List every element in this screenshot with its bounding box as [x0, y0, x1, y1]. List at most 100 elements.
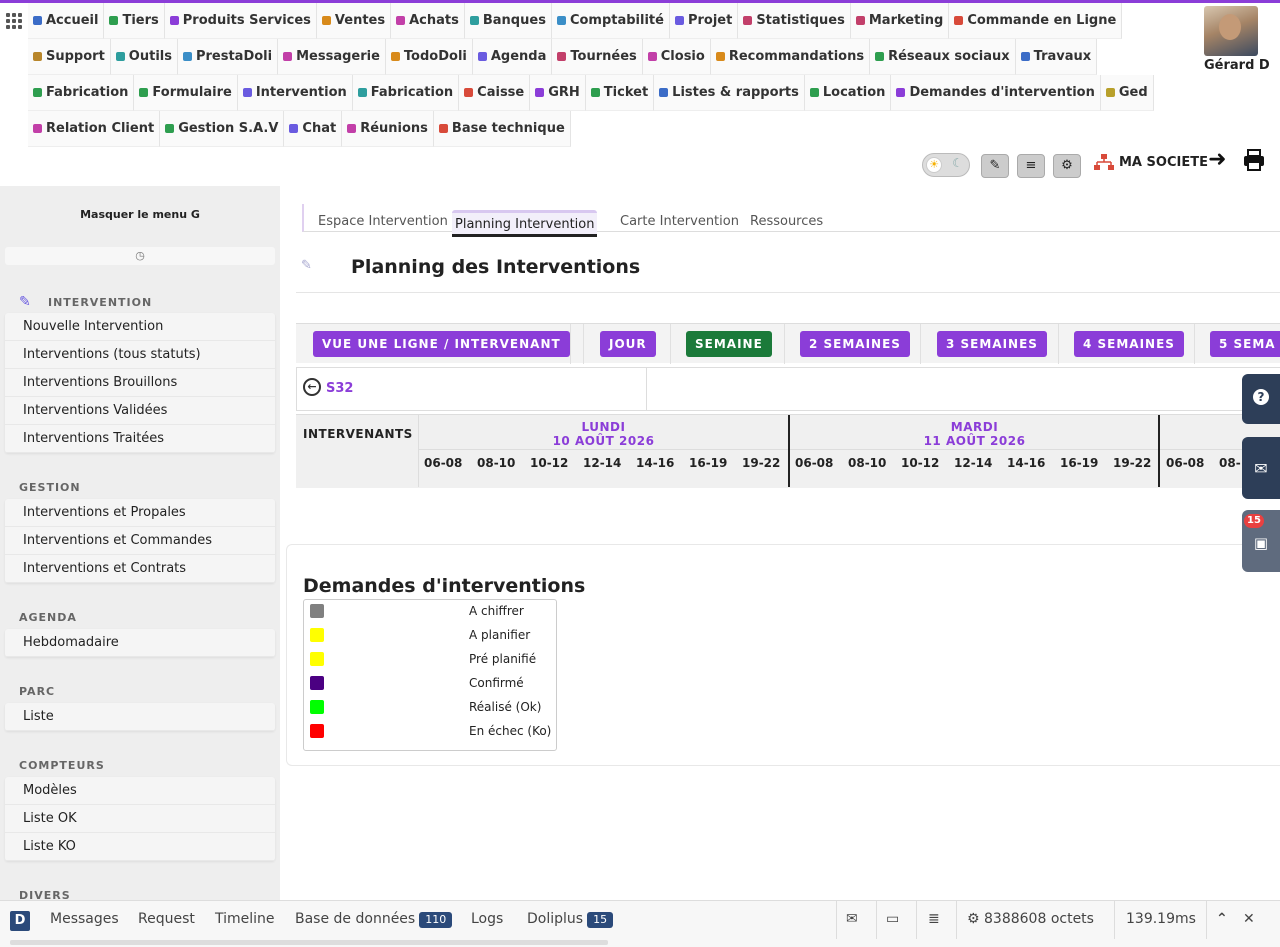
week-label[interactable]: S32 [326, 381, 353, 396]
menu-item-reseaux-sociaux[interactable]: Réseaux sociaux [870, 39, 1016, 75]
debug-tab-logs[interactable]: Logs [471, 911, 503, 927]
menu-item-support[interactable]: Support [28, 39, 111, 75]
sidebar-item-interventions-validees[interactable]: Interventions Validées [5, 397, 275, 425]
menu-item-agenda[interactable]: Agenda [472, 39, 553, 75]
menu-item-base-technique[interactable]: Base technique [433, 111, 571, 147]
calendar-tab[interactable]: 15 ▣ [1242, 510, 1280, 572]
menu-item-recommandations[interactable]: Recommandations [710, 39, 871, 75]
menu-item-achats[interactable]: Achats [391, 3, 465, 39]
menu-item-formulaire[interactable]: Formulaire [134, 75, 238, 111]
sidebar-item-liste-ko[interactable]: Liste KO [5, 833, 275, 861]
menu-item-messagerie[interactable]: Messagerie [278, 39, 386, 75]
menu-item-tiers[interactable]: Tiers [104, 3, 165, 39]
legend-item: Confirmé [304, 672, 556, 696]
company-link[interactable]: MA SOCIETE [1094, 154, 1208, 170]
sidebar-section-title[interactable]: AGENDA [19, 611, 77, 624]
menu-item-demandes-d-intervention[interactable]: Demandes d'intervention [891, 75, 1101, 111]
sidebar-group: Interventions et Propales Interventions e… [5, 499, 275, 583]
menu-item-prestadoli[interactable]: PrestaDoli [177, 39, 279, 75]
menu-item-projet[interactable]: Projet [669, 3, 739, 39]
debug-tab-request[interactable]: Request [138, 911, 195, 927]
menu-item-ticket[interactable]: Ticket [585, 75, 655, 111]
debug-tab-timeline[interactable]: Timeline [215, 911, 275, 927]
debug-tab-database[interactable]: Base de données 110 [295, 911, 453, 928]
debug-tab-doliplus[interactable]: Doliplus 15 [527, 911, 614, 928]
maximize-icon[interactable]: ⌃ [1216, 911, 1228, 927]
menu-item-statistiques[interactable]: Statistiques [738, 3, 851, 39]
debug-tab-messages[interactable]: Messages [50, 911, 119, 927]
menu-item-relation-client[interactable]: Relation Client [28, 111, 161, 147]
sidebar-item-liste[interactable]: Liste [5, 703, 275, 731]
tab-ressources[interactable]: Ressources [750, 214, 823, 229]
tab-espace-intervention[interactable]: Espace Intervention [318, 214, 448, 229]
sidebar-item-interventions-traitees[interactable]: Interventions Traitées [5, 425, 275, 453]
view-5-weeks-button[interactable]: 5 SEMA [1210, 331, 1280, 357]
menu-item-closio[interactable]: Closio [642, 39, 711, 75]
sidebar-item-interventions-et-contrats[interactable]: Interventions et Contrats [5, 555, 275, 583]
sidebar-section-title[interactable]: DIVERS [19, 889, 71, 900]
menu-item-intervention[interactable]: Intervention [237, 75, 353, 111]
edit-button[interactable]: ✎ [981, 154, 1009, 178]
menu-item-accueil[interactable]: Accueil [28, 3, 105, 39]
view-week-button[interactable]: SEMAINE [686, 331, 772, 357]
sidebar-section-title[interactable]: COMPTEURS [19, 759, 105, 772]
menu-item-caisse[interactable]: Caisse [459, 75, 531, 111]
envelope-icon[interactable]: ✉ [846, 911, 858, 927]
sidebar-item-interventions-brouillons[interactable]: Interventions Brouillons [5, 369, 275, 397]
menu-item-produits-services[interactable]: Produits Services [164, 3, 317, 39]
view-4-weeks-button[interactable]: 4 SEMAINES [1074, 331, 1184, 357]
previous-week-icon[interactable]: ← [303, 378, 321, 396]
menu-item-tododoli[interactable]: TodoDoli [385, 39, 473, 75]
menu-item-travaux[interactable]: Travaux [1015, 39, 1098, 75]
menu-item-banques[interactable]: Banques [464, 3, 552, 39]
theme-toggle[interactable]: ☀ ☾ [922, 153, 970, 177]
user-avatar[interactable] [1204, 6, 1258, 56]
menu-item-location[interactable]: Location [804, 75, 892, 111]
hide-menu-link[interactable]: Masquer le menu G [0, 208, 280, 221]
horizontal-scrollbar[interactable] [10, 940, 608, 945]
menu-item-chat[interactable]: Chat [284, 111, 343, 147]
menu-item-tournees[interactable]: Tournées [552, 39, 643, 75]
menu-item-ventes[interactable]: Ventes [316, 3, 392, 39]
list-button[interactable]: ≡ [1017, 154, 1045, 178]
menu-item-listes-rapports[interactable]: Listes & rapports [654, 75, 805, 111]
sidebar-search[interactable]: ◷ [5, 247, 275, 265]
apps-grid-icon[interactable] [6, 13, 22, 29]
menu-item-commande-en-ligne[interactable]: Commande en Ligne [949, 3, 1123, 39]
sidebar-item-interventions-et-commandes[interactable]: Interventions et Commandes [5, 527, 275, 555]
menu-item-grh[interactable]: GRH [530, 75, 586, 111]
sidebar-item-modeles[interactable]: Modèles [5, 777, 275, 805]
sidebar-section-title[interactable]: PARC [19, 685, 55, 698]
settings-button[interactable]: ⚙ [1053, 154, 1081, 178]
user-name[interactable]: Gérard D [1204, 58, 1270, 73]
sidebar-item-liste-ok[interactable]: Liste OK [5, 805, 275, 833]
monitor-icon[interactable]: ▭ [886, 911, 899, 927]
sidebar-item-interventions-et-propales[interactable]: Interventions et Propales [5, 499, 275, 527]
menu-item-fabrication[interactable]: Fabrication [28, 75, 135, 111]
sidebar-item-hebdomadaire[interactable]: Hebdomadaire [5, 629, 275, 657]
chat-tab[interactable]: ✉ [1242, 437, 1280, 499]
view-one-line-button[interactable]: VUE UNE LIGNE / INTERVENANT [313, 331, 570, 357]
menu-item-reunions[interactable]: Réunions [342, 111, 434, 147]
debugbar-logo[interactable]: D [10, 911, 30, 931]
view-3-weeks-button[interactable]: 3 SEMAINES [937, 331, 1047, 357]
tab-carte-intervention[interactable]: Carte Intervention [620, 214, 739, 229]
menu-item-ged[interactable]: Ged [1100, 75, 1154, 111]
close-icon[interactable]: ✕ [1243, 911, 1255, 927]
view-day-button[interactable]: JOUR [600, 331, 656, 357]
menu-item-fabrication[interactable]: Fabrication [352, 75, 460, 111]
sidebar-section-title[interactable]: INTERVENTION [48, 296, 152, 309]
menu-item-gestion-s-a-v[interactable]: Gestion S.A.V [160, 111, 285, 147]
print-icon[interactable] [1242, 148, 1266, 172]
database-icon[interactable]: ≣ [928, 911, 940, 927]
sidebar-item-interventions-tous-statuts[interactable]: Interventions (tous statuts) [5, 341, 275, 369]
view-2-weeks-button[interactable]: 2 SEMAINES [800, 331, 910, 357]
menu-item-outils[interactable]: Outils [110, 39, 178, 75]
help-tab[interactable]: ? [1242, 374, 1280, 424]
sidebar-item-nouvelle-intervention[interactable]: Nouvelle Intervention [5, 313, 275, 341]
tab-planning-intervention[interactable]: Planning Intervention [452, 210, 598, 237]
logout-icon[interactable]: ➜ [1208, 147, 1226, 172]
menu-item-comptabilite[interactable]: Comptabilité [551, 3, 670, 39]
menu-item-marketing[interactable]: Marketing [850, 3, 950, 39]
sidebar-section-title[interactable]: GESTION [19, 481, 81, 494]
